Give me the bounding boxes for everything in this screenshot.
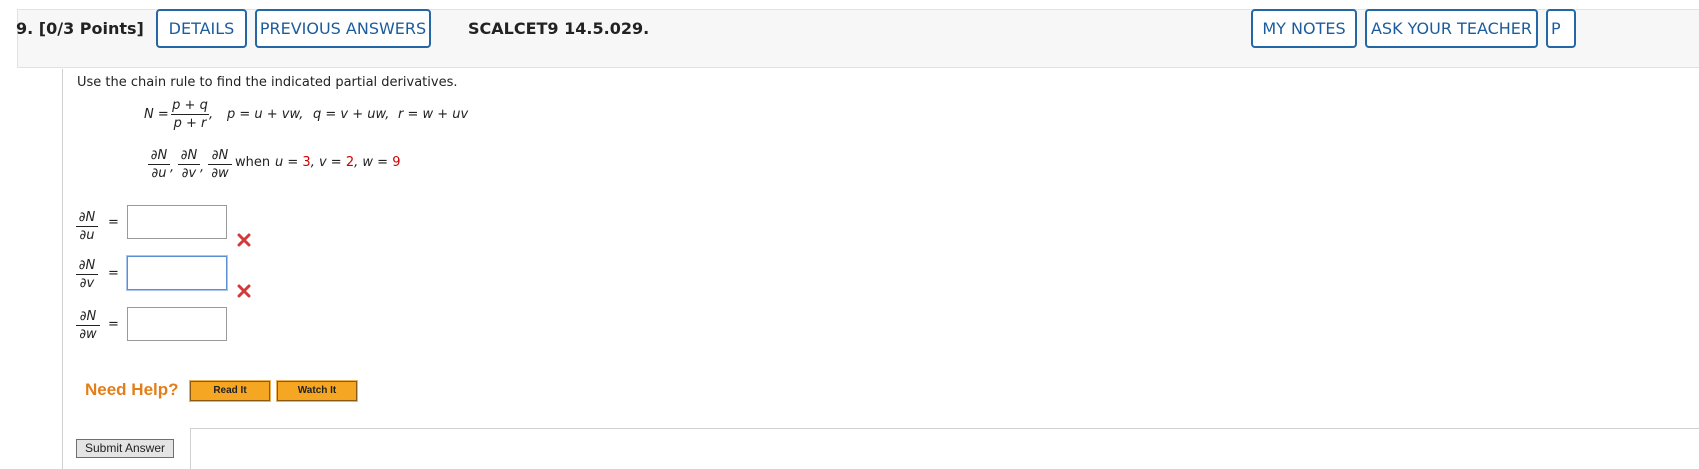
ask-your-teacher-button[interactable]: ASK YOUR TEACHER (1365, 9, 1538, 48)
fraction-bar (148, 164, 170, 165)
r-definition: r = w + uv (398, 107, 469, 122)
answer-label-dv: ∂N ∂v (76, 258, 98, 291)
partial-w: ∂w (211, 166, 229, 181)
comma: , (200, 160, 205, 175)
w-label: w = (362, 155, 389, 170)
partial-n: ∂N (211, 148, 229, 163)
submit-answer-button[interactable]: Submit Answer (76, 439, 174, 458)
fraction-bar (76, 325, 100, 326)
fraction-bar (171, 114, 209, 115)
watch-it-button[interactable]: Watch It (276, 380, 358, 402)
incorrect-x-icon (237, 284, 251, 298)
answer-input-dv[interactable] (127, 256, 227, 290)
dn-dw-fraction: ∂N ∂w (208, 148, 232, 181)
partial-w: ∂w (79, 327, 97, 342)
given-values: u = 3, v = 2, w = 9 (275, 155, 400, 170)
question-points: [0/3 Points] (38, 19, 144, 38)
read-it-button[interactable]: Read It (189, 380, 271, 402)
question-body (62, 69, 1699, 469)
partial-n: ∂N (78, 210, 96, 225)
n-denominator: p + r (173, 116, 207, 131)
fraction-bar (178, 164, 200, 165)
comma: , (209, 107, 214, 122)
n-lhs: N = (144, 107, 169, 122)
separator: , (310, 155, 315, 170)
separator: , (354, 155, 359, 170)
answer-label-dw: ∂N ∂w (76, 309, 100, 342)
u-value: 3 (302, 155, 311, 170)
instruction-text: Use the chain rule to find the indicated… (77, 75, 458, 90)
p-definition: p = u + vw, (227, 107, 304, 122)
partial-n: ∂N (78, 258, 96, 273)
v-label: v = (318, 155, 342, 170)
n-numerator: p + q (172, 98, 208, 113)
fraction-bar (208, 164, 232, 165)
answer-input-dw[interactable] (127, 307, 227, 341)
previous-answers-button[interactable]: PREVIOUS ANSWERS (255, 9, 431, 48)
question-number: 9. [0/3 Points] (16, 19, 144, 38)
when-text: when (235, 155, 271, 170)
dn-du-fraction: ∂N ∂u (148, 148, 170, 181)
partial-v: ∂v (181, 166, 197, 181)
u-label: u = (275, 155, 299, 170)
v-value: 2 (345, 155, 355, 170)
need-help-label: Need Help? (85, 380, 179, 399)
equals-sign: = (108, 215, 119, 230)
incorrect-x-icon (237, 233, 251, 247)
w-value: 9 (392, 155, 401, 170)
n-fraction: p + q p + r (171, 98, 209, 131)
partial-n: ∂N (79, 309, 97, 324)
fraction-bar (76, 274, 98, 275)
q-definition: q = v + uw, (313, 107, 390, 122)
partial-v: ∂v (79, 276, 95, 291)
my-notes-button[interactable]: MY NOTES (1251, 9, 1357, 48)
answer-label-du: ∂N ∂u (76, 210, 98, 243)
submission-area (190, 428, 1699, 469)
partial-u: ∂u (151, 166, 167, 181)
question-index: 9. (16, 19, 34, 38)
equals-sign: = (108, 266, 119, 281)
fraction-bar (76, 226, 98, 227)
partial-u: ∂u (79, 228, 95, 243)
comma: , (170, 160, 175, 175)
partial-n: ∂N (150, 148, 168, 163)
equals-sign: = (108, 317, 119, 332)
details-button[interactable]: DETAILS (156, 9, 247, 48)
problem-code: SCALCET9 14.5.029. (468, 19, 650, 38)
partial-n: ∂N (180, 148, 198, 163)
dn-dv-fraction: ∂N ∂v (178, 148, 200, 181)
practice-button-truncated[interactable]: P (1546, 9, 1576, 48)
answer-input-du[interactable] (127, 205, 227, 239)
